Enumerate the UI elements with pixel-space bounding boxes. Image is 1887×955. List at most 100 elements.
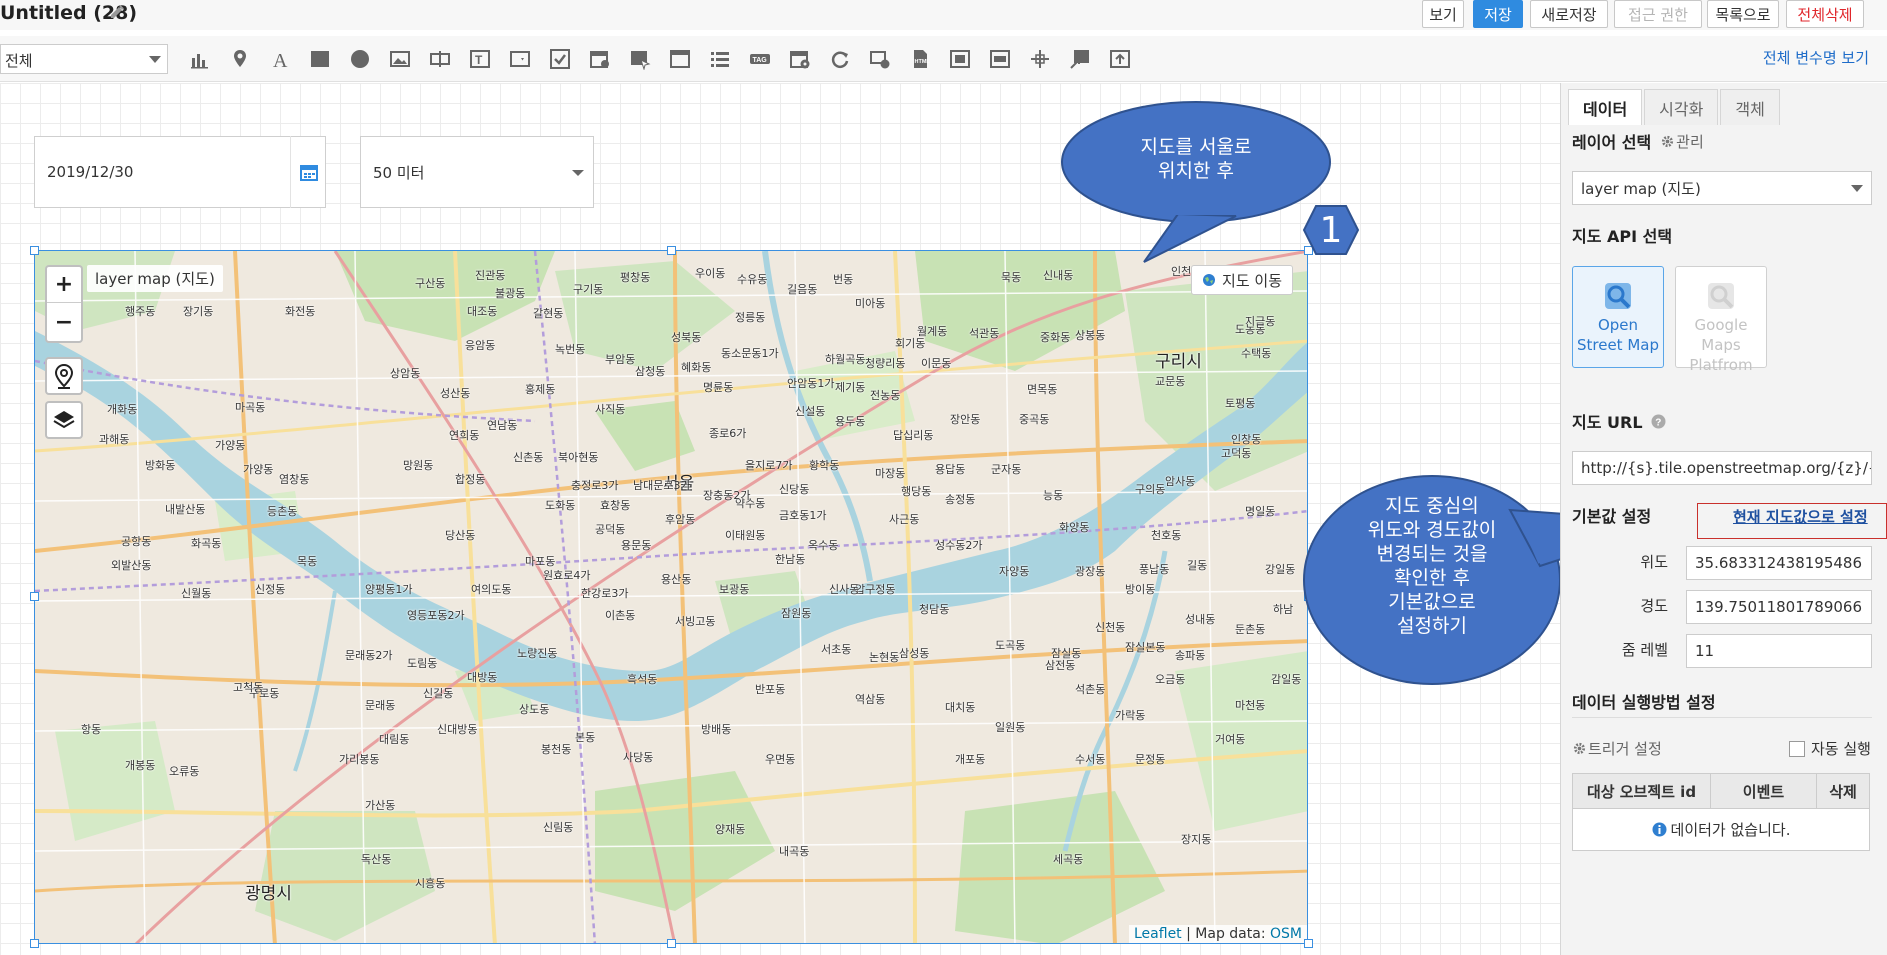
select-icon[interactable]	[628, 47, 652, 71]
place-label: 도농동	[1235, 323, 1266, 336]
bar-chart-icon[interactable]	[188, 47, 212, 71]
place-label: 신설동	[795, 405, 826, 418]
tab-visualization[interactable]: 시각화	[1644, 89, 1719, 125]
longitude-input[interactable]: 139.75011801789066	[1686, 590, 1872, 624]
place-label: 신길동	[423, 687, 454, 700]
place-label: 연남동	[487, 419, 518, 432]
dropdown-icon[interactable]	[508, 47, 532, 71]
svg-text:T: T	[475, 53, 483, 67]
auto-run-checkbox[interactable]	[1789, 741, 1805, 757]
calendar-icon[interactable]	[290, 136, 326, 208]
zoom-level-value: 11	[1695, 642, 1715, 660]
place-label: 삼성동	[899, 647, 930, 660]
text-icon[interactable]: A	[268, 47, 292, 71]
place-label: 암사동	[1165, 475, 1196, 488]
panel-tabs: 데이터 시각화 객체	[1568, 89, 1782, 125]
frame-icon[interactable]	[948, 47, 972, 71]
delete-all-button[interactable]: 전체삭제	[1786, 0, 1864, 28]
tab-data[interactable]: 데이터	[1568, 89, 1643, 125]
place-label: 대림동	[379, 733, 410, 746]
osm-link[interactable]: OSM	[1270, 926, 1302, 942]
refresh-icon[interactable]	[828, 47, 852, 71]
resize-handle[interactable]	[1304, 939, 1313, 948]
place-label: 용답동	[935, 463, 966, 476]
panel-icon[interactable]	[988, 47, 1012, 71]
checkbox-icon[interactable]	[548, 47, 572, 71]
place-label: 흑석동	[627, 673, 658, 686]
resize-handle[interactable]	[30, 246, 39, 255]
place-label: 오금동	[1155, 673, 1186, 686]
map-move-button[interactable]: 지도 이동	[1191, 265, 1293, 295]
tab-object[interactable]: 객체	[1720, 89, 1780, 125]
place-label: 광명시	[245, 884, 292, 904]
rectangle-icon[interactable]	[308, 47, 332, 71]
date-settings-icon[interactable]	[788, 47, 812, 71]
html-icon[interactable]: HTML	[908, 47, 932, 71]
url-section-title: 지도 URL	[1572, 413, 1643, 432]
place-label: 용문동	[621, 539, 652, 552]
circle-icon[interactable]	[348, 47, 372, 71]
latitude-input[interactable]: 35.683312438195486	[1686, 546, 1872, 580]
place-label: 삼청동	[635, 365, 666, 378]
place-label: 신대방동	[437, 723, 478, 736]
locate-button[interactable]	[45, 357, 83, 395]
scope-select[interactable]: 전체	[0, 44, 168, 74]
api-osm-card[interactable]: Open Street Map	[1572, 266, 1664, 368]
place-label: 불광동	[495, 287, 526, 300]
gear-icon	[1662, 135, 1674, 147]
zoom-out-button[interactable]: −	[47, 304, 81, 340]
layer-manage-label: 관리	[1676, 132, 1704, 151]
textbox-icon[interactable]: T	[468, 47, 492, 71]
resize-handle[interactable]	[667, 246, 676, 255]
place-label: 마곡동	[235, 401, 266, 414]
pencil-icon[interactable]	[108, 4, 126, 22]
access-permission-button[interactable]: 접근 권한	[1614, 0, 1702, 28]
back-to-list-button[interactable]: 목록으로	[1707, 0, 1779, 28]
zoom-in-button[interactable]: +	[47, 267, 81, 303]
upload-icon[interactable]	[1108, 47, 1132, 71]
api-google-card[interactable]: Google Maps Platfrom	[1675, 266, 1767, 374]
place-label: 가리봉동	[339, 753, 380, 766]
auto-run-label: 자동 실행	[1811, 740, 1871, 758]
set-current-map-link[interactable]: 현재 지도값으로 설정	[1733, 506, 1868, 527]
tag-icon[interactable]: TAG	[748, 47, 772, 71]
layers-icon	[53, 411, 75, 429]
help-icon[interactable]: ?	[1651, 414, 1666, 429]
map-widget[interactable]: 서울 구리시 광명시 인천 구기동 평창동 길음동 미아동 신내동 묵동 전농동…	[34, 250, 1308, 944]
resize-handle[interactable]	[30, 939, 39, 948]
leaflet-link[interactable]: Leaflet	[1134, 926, 1182, 942]
layer-manage-link[interactable]: 관리	[1661, 131, 1704, 152]
place-label: 청담동	[919, 603, 950, 616]
trigger-settings-link[interactable]: 트리거 설정	[1573, 738, 1662, 759]
calendar-icon[interactable]	[588, 47, 612, 71]
zoom-level-input[interactable]: 11	[1686, 634, 1872, 668]
input-icon[interactable]	[428, 47, 452, 71]
save-button[interactable]: 저장	[1473, 0, 1523, 28]
place-label: 구의동	[1135, 483, 1166, 496]
layer-select[interactable]: layer map (지도)	[1572, 171, 1872, 205]
place-label: 군자동	[991, 463, 1022, 476]
resize-handle[interactable]	[30, 592, 39, 601]
image-icon[interactable]	[388, 47, 412, 71]
map-url-input[interactable]: http://{s}.tile.openstreetmap.org/{z}/{x	[1572, 451, 1872, 485]
window-icon[interactable]	[668, 47, 692, 71]
place-label: 도화동	[545, 499, 576, 512]
place-label: 행당동	[901, 485, 932, 498]
place-label: 감일동	[1271, 673, 1302, 686]
list-icon[interactable]	[708, 47, 732, 71]
all-variables-link[interactable]: 전체 변수명 보기	[1763, 47, 1869, 68]
place-label: 장기동	[183, 305, 214, 318]
move-icon[interactable]	[1028, 47, 1052, 71]
distance-select[interactable]: 50 미터	[360, 136, 594, 208]
place-label: 항동	[81, 723, 102, 736]
place-label: 광장동	[1075, 565, 1106, 578]
date-picker[interactable]: 2019/12/30	[34, 136, 326, 208]
save-as-button[interactable]: 새로저장	[1530, 0, 1608, 28]
view-button[interactable]: 보기	[1422, 0, 1464, 28]
map-marker-icon[interactable]	[228, 47, 252, 71]
place-label: 장지동	[1181, 833, 1212, 846]
chart-move-icon[interactable]	[1068, 47, 1092, 71]
link-icon[interactable]	[868, 47, 892, 71]
resize-handle[interactable]	[667, 939, 676, 948]
layers-button[interactable]	[45, 401, 83, 439]
